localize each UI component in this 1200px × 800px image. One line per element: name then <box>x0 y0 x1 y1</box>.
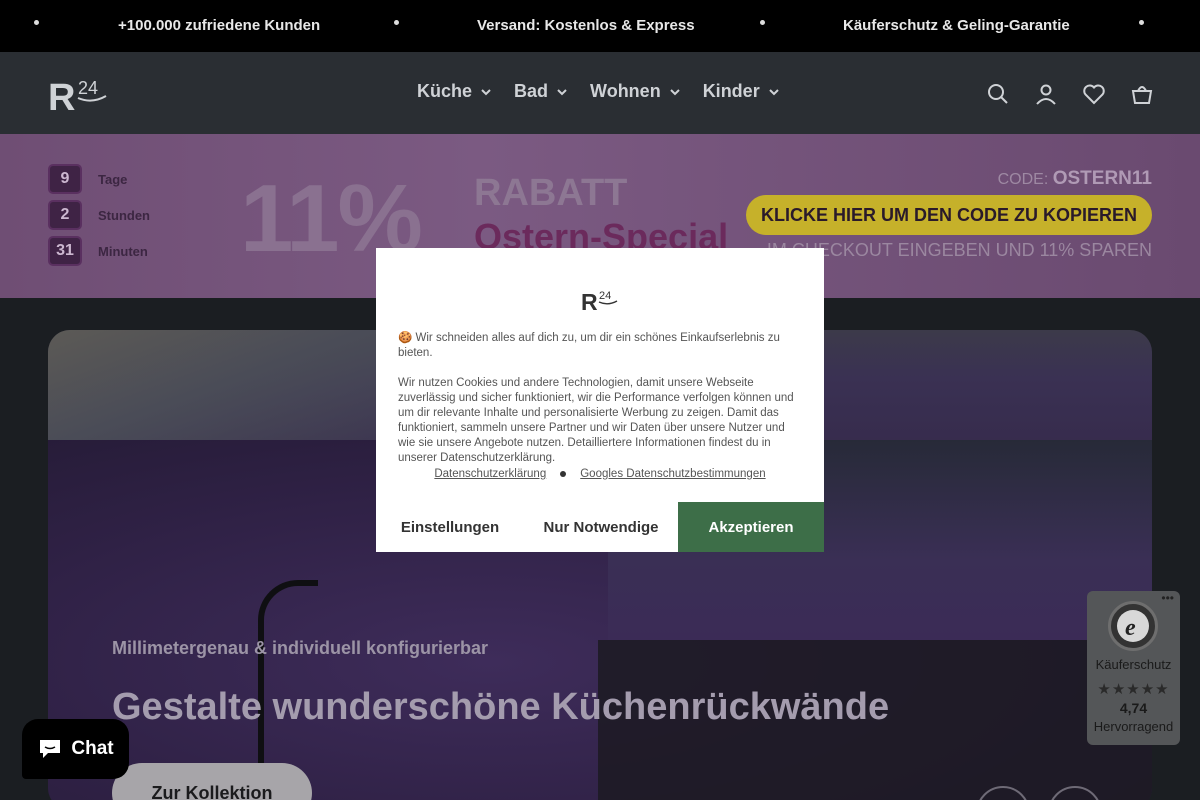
bullet-dot <box>1139 20 1144 25</box>
cookie-buttons: Einstellungen Nur Notwendige Akzeptieren <box>376 502 824 552</box>
copy-code-button[interactable]: KLICKE HIER UM DEN CODE ZU KOPIEREN <box>745 195 1152 235</box>
cookie-accept-button[interactable]: Akzeptieren <box>678 502 824 552</box>
chevron-down-icon <box>669 88 680 95</box>
countdown-days-value: 9 <box>48 164 82 194</box>
chevron-down-icon <box>768 88 779 95</box>
privacy-policy-link[interactable]: Datenschutzerklärung <box>434 468 546 480</box>
hero-title: Gestalte wunderschöne Küchenrückwände <box>112 686 890 728</box>
trusted-shops-seal-icon: e <box>1108 601 1158 651</box>
promo-code: CODE: OSTERN11 <box>998 168 1152 190</box>
promo-rabatt: RABATT <box>474 172 628 214</box>
nav-item-kinder[interactable]: Kinder <box>703 81 780 102</box>
hero-subtitle: Millimetergenau & individuell konfigurie… <box>112 638 489 658</box>
countdown-days-label: Tage <box>98 171 128 187</box>
countdown-hours-label: Stunden <box>98 207 150 223</box>
collection-button[interactable]: Zur Kollektion <box>112 763 312 800</box>
countdown-days: 9 Tage <box>48 164 127 194</box>
promo-code-label: CODE: <box>997 171 1049 188</box>
cookie-links: Datenschutzerklärung Googles Datenschutz… <box>376 468 824 480</box>
main-nav: Küche Bad Wohnen Kinder <box>417 81 780 102</box>
announcement-customers: +100.000 zufriedene Kunden <box>118 17 321 34</box>
svg-text:R: R <box>581 289 598 312</box>
trusted-shops-badge[interactable]: ••• e Käuferschutz ★★★★★ 4,74 Hervorrage… <box>1087 591 1180 745</box>
promo-hint: IM CHECKOUT EINGEBEN UND 11% SPAREN <box>766 240 1152 260</box>
svg-text:R: R <box>48 77 75 114</box>
promo-code-value: OSTERN11 <box>1052 168 1152 189</box>
nav-item-bad[interactable]: Bad <box>514 81 568 102</box>
rating-label: Hervorragend <box>1093 719 1174 734</box>
countdown-minutes: 31 Minuten <box>48 236 148 266</box>
cart-icon[interactable] <box>1130 82 1154 106</box>
countdown-minutes-value: 31 <box>48 236 82 266</box>
countdown-hours: 2 Stunden <box>48 200 150 230</box>
rating-score: 4,74 <box>1119 700 1148 716</box>
rating-stars: ★★★★★ <box>1097 681 1170 698</box>
search-icon[interactable] <box>986 82 1010 106</box>
google-privacy-link[interactable]: Googles Datenschutzbestimmungen <box>580 468 765 480</box>
site-header: R 24 Küche Bad Wohnen Kinder <box>0 52 1200 134</box>
announcement-bar: +100.000 zufriedene Kunden Versand: Kost… <box>0 0 1200 52</box>
chevron-down-icon <box>557 88 567 95</box>
bullet-dot <box>34 20 39 25</box>
nav-label: Wohnen <box>590 81 661 101</box>
nav-item-kueche[interactable]: Küche <box>417 81 492 102</box>
header-actions <box>986 82 1154 106</box>
chat-button[interactable]: Chat <box>22 719 129 779</box>
cookie-settings-button[interactable]: Einstellungen <box>376 502 524 552</box>
bullet-dot <box>760 20 765 25</box>
announcement-shipping: Versand: Kostenlos & Express <box>477 17 695 34</box>
account-icon[interactable] <box>1034 82 1058 106</box>
chat-bubble-icon <box>40 740 61 758</box>
cookie-body-text: Wir nutzen Cookies und andere Technologi… <box>398 377 794 464</box>
svg-text:24: 24 <box>599 290 611 302</box>
svg-text:24: 24 <box>78 78 98 98</box>
nav-label: Kinder <box>702 81 760 101</box>
cookie-necessary-button[interactable]: Nur Notwendige <box>524 502 678 552</box>
cookie-consent-dialog: R 24 🍪 Wir schneiden alles auf dich zu, … <box>376 248 824 552</box>
cookie-intro-text: 🍪 Wir schneiden alles auf dich zu, um di… <box>398 332 780 359</box>
r24-logo[interactable]: R 24 <box>48 74 112 114</box>
nav-label: Bad <box>514 81 549 101</box>
chat-label: Chat <box>71 738 114 759</box>
announcement-protection: Käuferschutz & Geling-Garantie <box>843 17 1070 34</box>
nav-item-wohnen[interactable]: Wohnen <box>590 81 681 102</box>
more-options-icon[interactable]: ••• <box>1161 591 1174 605</box>
chevron-down-icon <box>481 88 491 95</box>
bullet-dot <box>394 20 399 25</box>
wishlist-icon[interactable] <box>1082 82 1106 106</box>
countdown-hours-value: 2 <box>48 200 82 230</box>
nav-label: Küche <box>417 81 473 101</box>
countdown-minutes-label: Minuten <box>98 243 148 259</box>
svg-text:e: e <box>1125 615 1136 641</box>
r24-logo: R 24 <box>581 289 618 312</box>
bullet-dot <box>560 471 567 477</box>
trust-label: Käuferschutz <box>1095 657 1172 672</box>
